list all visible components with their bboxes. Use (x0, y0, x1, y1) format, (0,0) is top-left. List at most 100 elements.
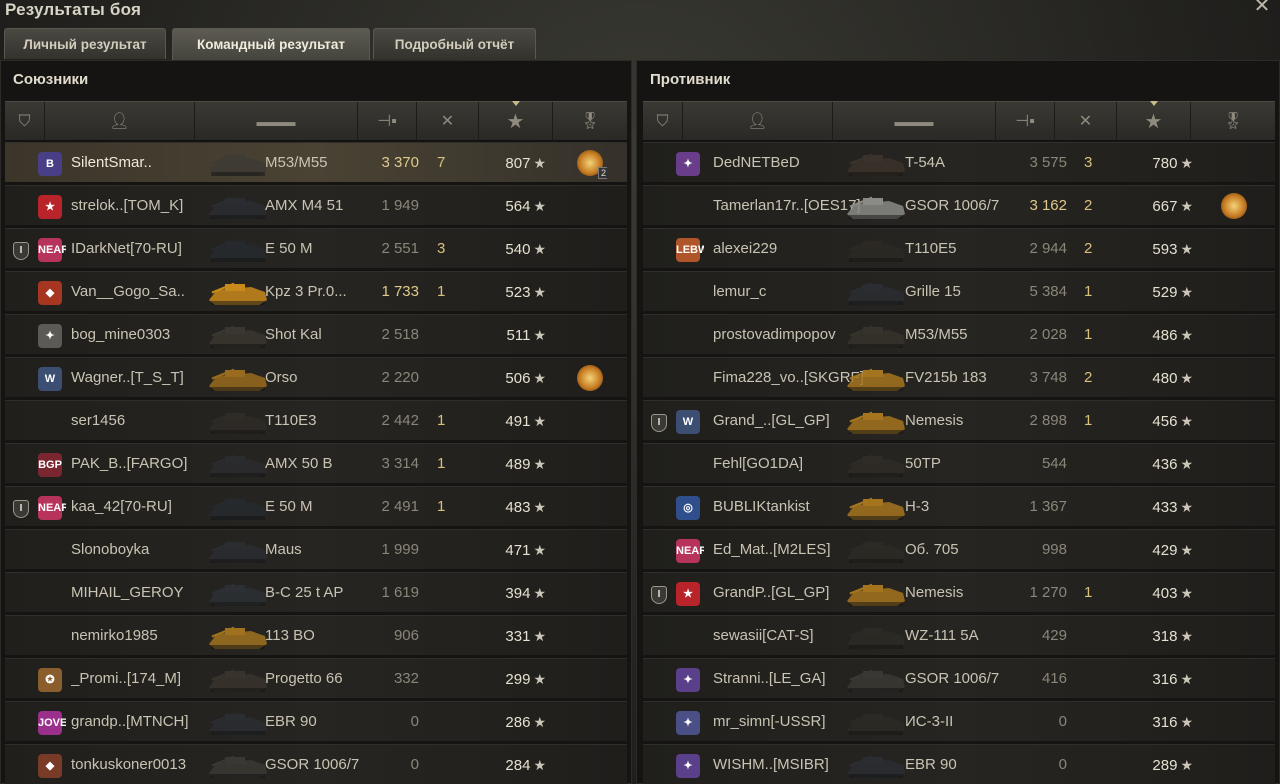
close-button[interactable]: ✕ (1252, 0, 1272, 16)
player-name[interactable]: kaa_42[70-RU] (71, 487, 211, 527)
player-row[interactable]: ✦ mr_simn[-USSR] ИС-3-II 0 316 ★ (643, 701, 1275, 741)
player-row[interactable]: NEAR Ed_Mat..[M2LES] Об. 705 998 429 ★ (643, 529, 1275, 569)
medal-column[interactable]: 🎖︎ (553, 102, 627, 141)
player-row[interactable]: I ★ GrandP..[GL_GP] Nemesis 1 270 1 403 ★ (643, 572, 1275, 612)
star-icon: ★ (1180, 499, 1193, 515)
damage-column[interactable]: ⊣▪ (996, 102, 1055, 141)
player-row[interactable]: MIHAIL_GEROY B-C 25 t AP 1 619 394 ★ (5, 572, 627, 612)
kills-value (437, 530, 457, 570)
player-row[interactable]: sewasii[CAT-S] WZ-111 5A 429 318 ★ (643, 615, 1275, 655)
vehicle-name: GSOR 1006/7 (905, 197, 1000, 214)
kills-value: 1 (437, 455, 446, 472)
player-name[interactable]: bog_mine0303 (71, 315, 211, 355)
platoon-column[interactable]: ⛉ (5, 102, 45, 141)
tab-detailed-report[interactable]: Подробный отчёт (373, 28, 536, 59)
player-row[interactable]: ★ strelok..[TOM_K] AMX M4 51 1 949 564 ★ (5, 185, 627, 225)
player-name[interactable]: strelok..[TOM_K] (71, 186, 211, 226)
damage-value: 0 (1058, 713, 1067, 730)
player-row[interactable]: I NEAR IDarkNet[70-RU] E 50 M 2 551 3 540 ★ (5, 228, 627, 268)
vehicle-column[interactable]: ▬▬▬ (833, 102, 996, 141)
player-name[interactable]: _Promi..[174_M] (71, 659, 211, 699)
experience-number: 471 (505, 542, 531, 559)
player-row[interactable]: prostovadimpopov M53/M55 2 028 1 486 ★ (643, 314, 1275, 354)
platoon-column[interactable]: ⛉ (643, 102, 683, 141)
experience-number: 491 (505, 413, 531, 430)
medal-cell[interactable] (1217, 186, 1251, 226)
clan-badge: W (38, 358, 66, 398)
experience-value: 331 ★ (490, 616, 546, 656)
player-row[interactable]: ✦ WISHM..[MSIBR] EBR 90 0 289 ★ (643, 744, 1275, 784)
player-row[interactable]: ser1456 T110E3 2 442 1 491 ★ (5, 400, 627, 440)
player-name[interactable]: Slonoboyka (71, 530, 211, 570)
damage-value: 3 748 (1029, 369, 1067, 386)
kills-column[interactable]: ✕ (1055, 102, 1117, 141)
player-row[interactable]: Fehl[GO1DA] 50TP 544 436 ★ (643, 443, 1275, 483)
vehicle-name: GSOR 1006/7 (265, 756, 360, 773)
tab-team-result[interactable]: Командный результат (172, 28, 370, 60)
player-name[interactable]: nemirko1985 (71, 616, 211, 656)
player-column[interactable]: 👤︎ (683, 102, 833, 141)
player-name[interactable]: SilentSmar.. (71, 143, 211, 183)
clan-badge-icon: ★ (676, 582, 700, 606)
damage-column[interactable]: ⊣▪ (358, 102, 417, 141)
experience-number: 284 (505, 757, 531, 774)
star-icon: ★ (1180, 757, 1193, 773)
player-name[interactable]: ser1456 (71, 401, 211, 441)
experience-column[interactable]: ★ (1117, 101, 1191, 141)
player-name[interactable]: Wagner..[T_S_T] (71, 358, 211, 398)
medal-cell[interactable]: 2 (573, 143, 607, 183)
experience-value: 316 ★ (1137, 659, 1193, 699)
damage-value: 2 898 (1029, 412, 1067, 429)
player-row[interactable]: ✦ DedNETBeD T-54A 3 575 3 780 ★ (643, 142, 1275, 182)
experience-number: 299 (505, 671, 531, 688)
tab-personal-result[interactable]: Личный результат (4, 28, 166, 59)
player-row[interactable]: nemirko1985 113 BO 906 331 ★ (5, 615, 627, 655)
vehicle-column[interactable]: ▬▬▬ (195, 102, 358, 141)
player-row[interactable]: Tamerlan17r..[OES17] GSOR 1006/7 3 162 2 667… (643, 185, 1275, 225)
vehicle-name: EBR 90 (265, 713, 317, 730)
player-name[interactable]: tonkuskoner0013 (71, 745, 211, 784)
player-row[interactable]: B SilentSmar.. M53/M55 3 370 7 807 ★ 2 (5, 142, 627, 182)
damage-value: 429 (1041, 627, 1067, 644)
player-name[interactable]: grandp..[MTNCH] (71, 702, 211, 742)
clan-badge-icon: ✦ (676, 152, 700, 176)
player-row[interactable]: lemur_c Grille 15 5 384 1 529 ★ (643, 271, 1275, 311)
kills-column[interactable]: ✕ (417, 102, 479, 141)
player-row[interactable]: ◎ BUBLIKtankist H-3 1 367 433 ★ (643, 486, 1275, 526)
player-row[interactable]: I W Grand_..[GL_GP] Nemesis 2 898 1 456 ★ (643, 400, 1275, 440)
player-row[interactable]: BGP PAK_B..[FARGO] AMX 50 B 3 314 1 489 ★ (5, 443, 627, 483)
player-name[interactable]: IDarkNet[70-RU] (71, 229, 211, 269)
vehicle-name: Об. 705 (905, 541, 959, 558)
player-row[interactable]: ◆ tonkuskoner0013 GSOR 1006/7 0 284 ★ (5, 744, 627, 784)
tank-icon (203, 231, 273, 267)
player-row[interactable]: JOVE grandp..[MTNCH] EBR 90 0 286 ★ (5, 701, 627, 741)
damage-value: 3 575 (1029, 154, 1067, 171)
kills-value (1084, 616, 1104, 656)
player-name[interactable]: PAK_B..[FARGO] (71, 444, 211, 484)
vehicle-name: B-C 25 t AP (265, 584, 344, 601)
player-row[interactable]: Slonoboyka Maus 1 999 471 ★ (5, 529, 627, 569)
player-row[interactable]: ✦ bog_mine0303 Shot Kal 2 518 511 ★ (5, 314, 627, 354)
player-row[interactable]: ✦ Stranni..[LE_GA] GSOR 1006/7 416 316 ★ (643, 658, 1275, 698)
star-icon: ★ (1180, 671, 1193, 687)
player-row[interactable]: I NEAR kaa_42[70-RU] E 50 M 2 491 1 483 ★ (5, 486, 627, 526)
player-name[interactable]: MIHAIL_GEROY (71, 573, 211, 613)
damage-value: 3 370 (381, 154, 419, 171)
medal-cell[interactable] (573, 358, 607, 398)
player-row[interactable]: Fima228_vo..[SKGRF] FV215b 183 3 748 2 480 ★ (643, 357, 1275, 397)
experience-number: 593 (1152, 241, 1178, 258)
player-row[interactable]: ✪ _Promi..[174_M] Progetto 66 332 299 ★ (5, 658, 627, 698)
tank-icon (841, 532, 911, 568)
clan-badge: B (38, 143, 66, 183)
medal-column[interactable]: 🎖︎ (1191, 102, 1275, 141)
player-row[interactable]: ◆ Van__Gogo_Sa.. Kpz 3 Pr.0... 1 733 1 523 ★ (5, 271, 627, 311)
player-column[interactable]: 👤︎ (45, 102, 195, 141)
tank-icon (841, 403, 911, 439)
title-bar: Результаты боя ✕ (0, 0, 1280, 26)
player-row[interactable]: W Wagner..[T_S_T] Orso 2 220 506 ★ (5, 357, 627, 397)
tank-icon (203, 188, 273, 224)
tab-bar: Личный результат Командный результат Под… (0, 28, 1280, 60)
player-name[interactable]: Van__Gogo_Sa.. (71, 272, 211, 312)
player-row[interactable]: LEBWAalexei229T110E52 9442593★ (643, 228, 1275, 268)
experience-column[interactable]: ★ (479, 101, 553, 141)
